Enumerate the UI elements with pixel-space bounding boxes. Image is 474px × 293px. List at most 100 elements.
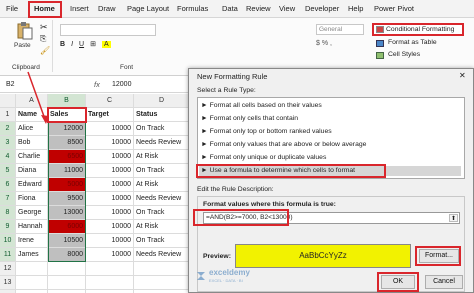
cell-name[interactable]: George xyxy=(16,206,48,220)
cell-name[interactable]: Irene xyxy=(16,234,48,248)
format-as-table-button[interactable]: Format as Table xyxy=(376,39,468,50)
row-header[interactable]: 11 xyxy=(0,248,16,262)
cut-icon[interactable]: ✂ xyxy=(40,22,48,33)
column-header-d[interactable]: D xyxy=(134,94,190,108)
cell-styles-label: Cell Styles xyxy=(388,51,421,58)
cell-styles-button[interactable]: Cell Styles xyxy=(376,51,468,62)
cancel-button[interactable]: Cancel xyxy=(425,275,463,289)
row-header[interactable]: 4 xyxy=(0,150,16,164)
cell-status[interactable] xyxy=(134,276,190,290)
cell-status[interactable]: Needs Review xyxy=(134,192,190,206)
tab-data[interactable]: Data xyxy=(222,4,238,13)
edit-rule-description-label: Edit the Rule Description: xyxy=(197,186,274,193)
cell-name[interactable]: Charlie xyxy=(16,150,48,164)
preview-box: AaBbCcYyZz xyxy=(235,244,411,268)
cell-status[interactable] xyxy=(134,262,190,276)
cell-sales[interactable] xyxy=(48,262,86,276)
collapse-dialog-icon[interactable]: ⬆ xyxy=(449,214,458,222)
cell-status[interactable]: Needs Review xyxy=(134,248,190,262)
tab-draw[interactable]: Draw xyxy=(98,4,116,13)
annotation-arrow-icon xyxy=(27,71,49,124)
paste-label[interactable]: Paste xyxy=(14,42,31,49)
cell-status[interactable]: On Track xyxy=(134,164,190,178)
cell-name[interactable]: Edward xyxy=(16,178,48,192)
cell-target[interactable] xyxy=(86,262,134,276)
preview-label: Preview: xyxy=(203,253,231,260)
cell-target[interactable]: 10000 xyxy=(86,178,134,192)
tab-view[interactable]: View xyxy=(279,4,295,13)
cell-target[interactable] xyxy=(86,276,134,290)
cell-status[interactable]: On Track xyxy=(134,206,190,220)
paste-icon[interactable] xyxy=(14,22,34,40)
rule-type-item[interactable]: ► Format only values that are above or b… xyxy=(199,140,461,150)
cell-name[interactable] xyxy=(16,276,48,290)
tab-file[interactable]: File xyxy=(6,4,18,13)
copy-icon[interactable]: ⎘ xyxy=(40,34,46,44)
cell-target[interactable]: 10000 xyxy=(86,248,134,262)
select-rule-type-label: Select a Rule Type: xyxy=(197,87,256,94)
tab-insert[interactable]: Insert xyxy=(70,4,89,13)
cell-status[interactable]: On Track xyxy=(134,122,190,136)
selection-outline xyxy=(48,122,86,262)
row-header[interactable]: 1 xyxy=(0,108,16,122)
cell-target[interactable]: Target xyxy=(86,108,134,122)
conditional-formatting-button[interactable]: Conditional Formatting xyxy=(372,23,464,36)
cell-status[interactable]: At Risk xyxy=(134,220,190,234)
row-header[interactable]: 9 xyxy=(0,220,16,234)
row-header[interactable]: 5 xyxy=(0,164,16,178)
rule-type-item[interactable]: ► Format all cells based on their values xyxy=(199,101,461,111)
close-icon[interactable]: ✕ xyxy=(459,71,466,80)
rule-type-item[interactable]: ► Format only unique or duplicate values xyxy=(199,153,461,163)
cell-target[interactable]: 10000 xyxy=(86,206,134,220)
cell-target[interactable]: 10000 xyxy=(86,192,134,206)
cell-name[interactable]: Fiona xyxy=(16,192,48,206)
tab-developer[interactable]: Developer xyxy=(305,4,339,13)
formula-input[interactable]: 12000 xyxy=(112,81,131,88)
row-header[interactable]: 10 xyxy=(0,234,16,248)
cell-status[interactable]: On Track xyxy=(134,234,190,248)
cell-target[interactable]: 10000 xyxy=(86,234,134,248)
column-header-b[interactable]: B xyxy=(48,94,86,108)
tab-help[interactable]: Help xyxy=(348,4,363,13)
number-format-buttons[interactable]: $ % , xyxy=(316,40,364,51)
cell-status[interactable]: At Risk xyxy=(134,178,190,192)
tab-review[interactable]: Review xyxy=(246,4,271,13)
tab-page-layout[interactable]: Page Layout xyxy=(127,4,169,13)
font-name-box[interactable] xyxy=(60,24,156,36)
row-header[interactable]: 7 xyxy=(0,192,16,206)
cell-name[interactable]: James xyxy=(16,248,48,262)
rule-type-item[interactable]: ► Format only cells that contain xyxy=(199,114,461,124)
font-style-buttons[interactable]: B I U ⊞ A xyxy=(60,40,156,52)
row-header[interactable]: 3 xyxy=(0,136,16,150)
cell-name[interactable]: Bob xyxy=(16,136,48,150)
row-header[interactable]: 8 xyxy=(0,206,16,220)
cell-name[interactable]: Diana xyxy=(16,164,48,178)
select-all-corner[interactable] xyxy=(0,94,16,108)
cell-target[interactable]: 10000 xyxy=(86,164,134,178)
row-header[interactable]: 2 xyxy=(0,122,16,136)
cell-sales[interactable] xyxy=(48,276,86,290)
cell-target[interactable]: 10000 xyxy=(86,122,134,136)
row-header[interactable]: 13 xyxy=(0,276,16,290)
cell-target[interactable]: 10000 xyxy=(86,136,134,150)
number-format-dropdown[interactable]: General xyxy=(316,24,364,35)
formula-rule-highlight xyxy=(196,164,386,178)
sales-header-highlight xyxy=(47,107,87,123)
cell-target[interactable]: 10000 xyxy=(86,220,134,234)
row-header[interactable]: 6 xyxy=(0,178,16,192)
cell-name[interactable] xyxy=(16,262,48,276)
cell-name[interactable]: Hannah xyxy=(16,220,48,234)
cell-target[interactable]: 10000 xyxy=(86,150,134,164)
rule-type-item[interactable]: ► Format only top or bottom ranked value… xyxy=(199,127,461,137)
cell-status[interactable]: Status xyxy=(134,108,190,122)
column-header-c[interactable]: C xyxy=(86,94,134,108)
cell-status[interactable]: Needs Review xyxy=(134,136,190,150)
name-box[interactable]: B2 xyxy=(6,81,15,88)
fx-icon[interactable]: fx xyxy=(94,80,100,89)
cell-status[interactable]: At Risk xyxy=(134,150,190,164)
row-header[interactable]: 12 xyxy=(0,262,16,276)
tab-power-pivot[interactable]: Power Pivot xyxy=(374,4,414,13)
cell-styles-icon xyxy=(376,52,384,59)
format-painter-icon[interactable]: 🖌 xyxy=(40,46,50,55)
tab-formulas[interactable]: Formulas xyxy=(177,4,208,13)
